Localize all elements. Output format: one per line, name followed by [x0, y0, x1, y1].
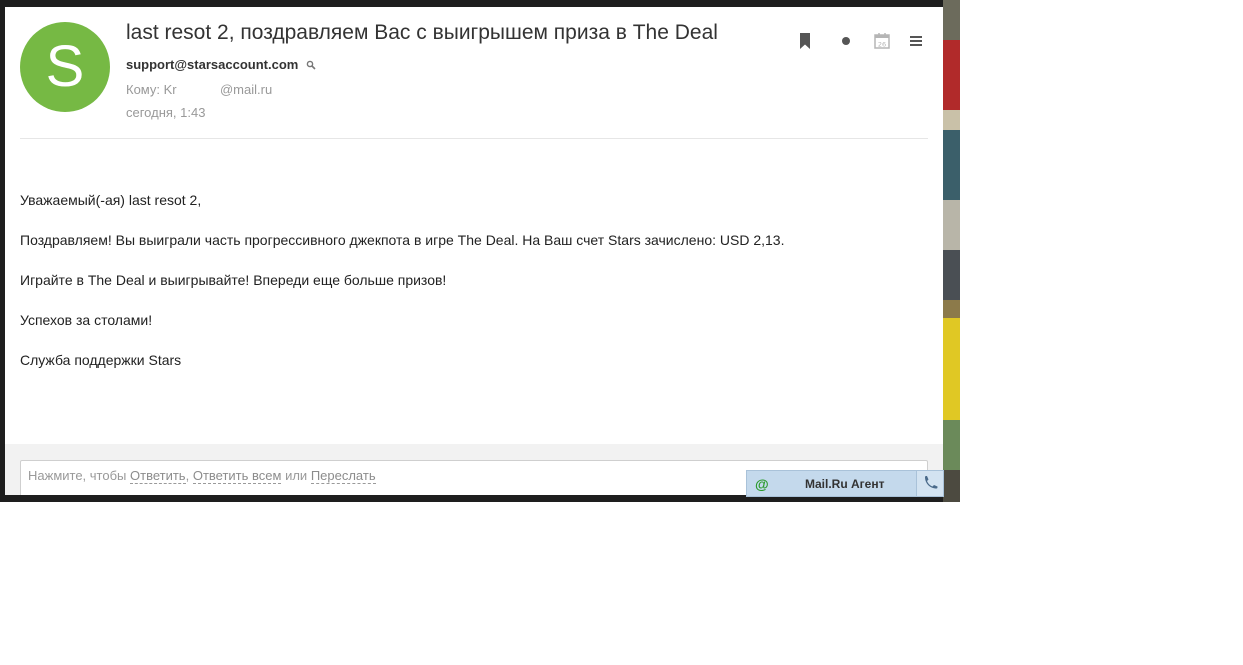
sender-row: support@starsaccount.com — [126, 57, 316, 73]
sender-email[interactable]: support@starsaccount.com — [126, 57, 298, 72]
mailru-agent-bar[interactable]: @ Mail.Ru Агент — [746, 470, 944, 497]
body-paragraph: Успехов за столами! — [20, 312, 153, 328]
reply-comma: , — [185, 468, 190, 483]
bookmark-icon[interactable] — [795, 31, 815, 51]
avatar-letter: S — [45, 34, 85, 99]
body-paragraph: Поздравляем! Вы выиграли часть прогресси… — [20, 232, 785, 248]
reply-all-link[interactable]: Ответить всем — [192, 468, 282, 484]
email-date: сегодня, 1:43 — [126, 105, 206, 120]
header-divider — [20, 138, 928, 139]
calendar-icon[interactable]: 26 — [872, 31, 892, 51]
search-icon[interactable] — [306, 58, 316, 73]
menu-icon[interactable] — [906, 31, 926, 51]
forward-link[interactable]: Переслать — [310, 468, 376, 484]
agent-at-icon: @ — [755, 476, 769, 492]
background-wallpaper-strip — [943, 0, 960, 502]
body-paragraph: Играйте в The Deal и выигрывайте! Вперед… — [20, 272, 447, 288]
phone-icon[interactable] — [916, 471, 943, 496]
reply-or: или — [285, 468, 308, 483]
reply-prompt: Нажмите, чтобы Ответить, Ответить всем и… — [28, 468, 376, 484]
agent-label: Mail.Ru Агент — [805, 477, 885, 491]
screenshot-frame: S last resot 2, поздравляем Вас с выигры… — [0, 0, 960, 502]
email-body: Уважаемый(-ая) last resot 2, Поздравляем… — [20, 191, 920, 391]
recipient-email[interactable]: Kr @mail.ru — [164, 82, 273, 97]
calendar-day: 26 — [878, 41, 886, 49]
reply-link[interactable]: Ответить — [130, 468, 186, 484]
email-view: S last resot 2, поздравляем Вас с выигры… — [5, 7, 943, 495]
dot-icon[interactable] — [836, 31, 856, 51]
reply-prefix: Нажмите, чтобы — [28, 468, 127, 483]
sender-avatar: S — [20, 22, 110, 112]
body-paragraph: Служба поддержки Stars — [20, 352, 182, 368]
recipient-label: Кому: — [126, 82, 160, 97]
email-subject: last resot 2, поздравляем Вас с выигрыше… — [126, 21, 718, 44]
recipient-row: Кому: Kr @mail.ru — [126, 82, 272, 97]
body-paragraph: Уважаемый(-ая) last resot 2, — [20, 192, 202, 208]
